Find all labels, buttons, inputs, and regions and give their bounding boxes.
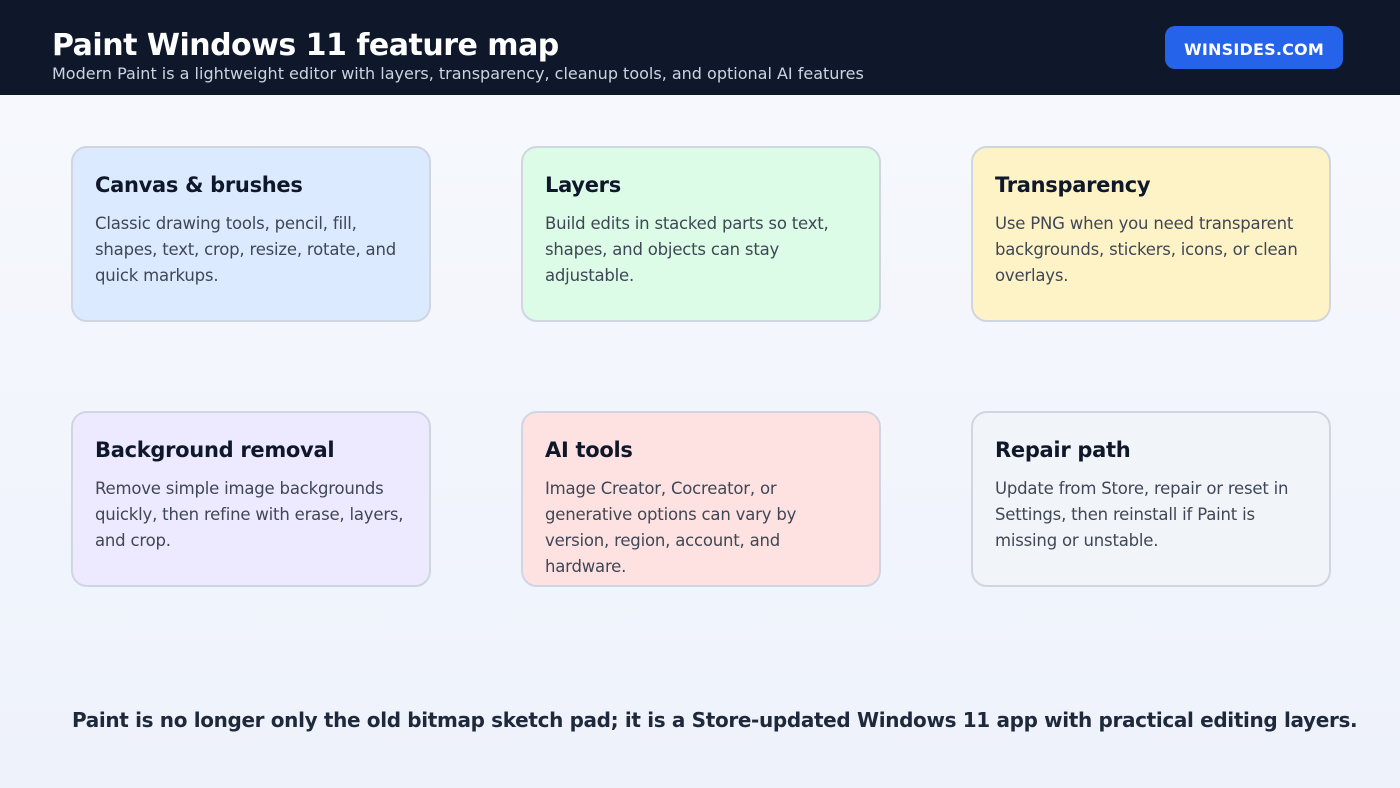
card-description: Remove simple image backgrounds quickly,…	[95, 479, 404, 550]
card-canvas-brushes: Canvas & brushes Classic drawing tools, …	[71, 146, 431, 322]
card-layers: Layers Build edits in stacked parts so t…	[521, 146, 881, 322]
card-title: Canvas & brushes	[95, 173, 303, 197]
card-title: AI tools	[545, 438, 633, 462]
footer-note: Paint is no longer only the old bitmap s…	[72, 708, 1358, 732]
card-transparency: Transparency Use PNG when you need trans…	[971, 146, 1331, 322]
card-title: Repair path	[995, 438, 1131, 462]
card-description: Use PNG when you need transparent backgr…	[995, 214, 1298, 285]
card-title: Transparency	[995, 173, 1151, 197]
card-title: Background removal	[95, 438, 335, 462]
page-subtitle: Modern Paint is a lightweight editor wit…	[52, 64, 864, 83]
card-description: Image Creator, Cocreator, or generative …	[545, 479, 797, 576]
card-description: Update from Store, repair or reset in Se…	[995, 479, 1289, 550]
card-repair-path: Repair path Update from Store, repair or…	[971, 411, 1331, 587]
card-background-removal: Background removal Remove simple image b…	[71, 411, 431, 587]
header-bar: Paint Windows 11 feature map Modern Pain…	[0, 0, 1400, 95]
brand-link-button[interactable]: WINSIDES.COM	[1165, 26, 1343, 69]
card-description: Classic drawing tools, pencil, fill, sha…	[95, 214, 396, 285]
card-description: Build edits in stacked parts so text, sh…	[545, 214, 829, 285]
page-title: Paint Windows 11 feature map	[52, 28, 559, 63]
card-title: Layers	[545, 173, 621, 197]
card-ai-tools: AI tools Image Creator, Cocreator, or ge…	[521, 411, 881, 587]
